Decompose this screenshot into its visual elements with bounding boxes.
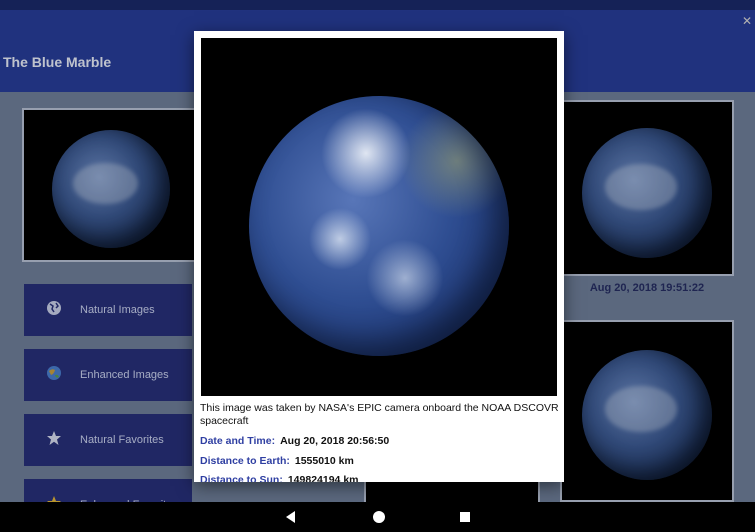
distance-sun-row: Distance to Sun: 149824194 km [200,474,359,482]
earth-full-image [201,38,557,396]
date-time-row: Date and Time: Aug 20, 2018 20:56:50 [200,435,389,447]
distance-earth-row: Distance to Earth: 1555010 km [200,455,354,467]
distance-earth-label: Distance to Earth: [200,455,290,467]
date-time-label: Date and Time: [200,435,276,447]
image-description: This image was taken by NASA's EPIC came… [200,402,559,427]
earth-globe [249,96,509,356]
distance-earth-value: 1555010 km [294,455,354,467]
date-time-value: Aug 20, 2018 20:56:50 [280,435,390,447]
distance-sun-label: Distance to Sun: [200,474,283,482]
image-detail-dialog: This image was taken by NASA's EPIC came… [194,31,564,482]
back-icon[interactable] [286,511,295,523]
recents-icon[interactable] [460,512,470,522]
home-icon[interactable] [373,511,385,523]
system-navigation-bar [0,502,755,532]
distance-sun-value: 149824194 km [287,474,359,482]
